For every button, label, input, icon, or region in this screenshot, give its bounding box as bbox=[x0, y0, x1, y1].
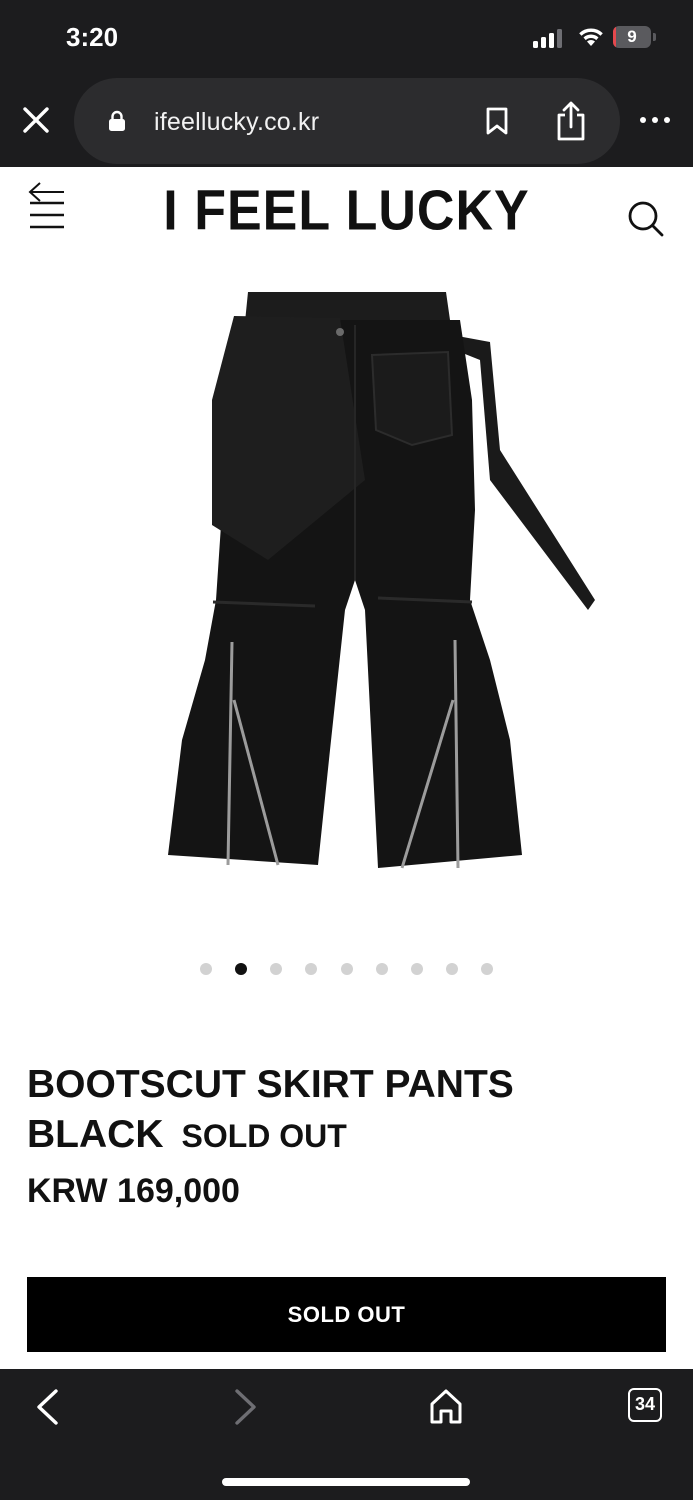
url-field[interactable]: ifeellucky.co.kr bbox=[74, 78, 620, 164]
site-logo[interactable]: I FEEL LUCKY bbox=[0, 179, 693, 244]
product-title: BOOTSCUT SKIRT PANTS BLACK SOLD OUT bbox=[27, 1060, 667, 1161]
carousel-dot[interactable] bbox=[305, 963, 318, 975]
carousel-dots bbox=[0, 962, 693, 982]
browser-address-bar: ifeellucky.co.kr bbox=[0, 76, 693, 167]
back-icon[interactable] bbox=[30, 1387, 64, 1427]
status-bar: 3:20 9 bbox=[0, 0, 693, 76]
url-text: ifeellucky.co.kr bbox=[154, 108, 320, 136]
sold-out-button[interactable]: SOLD OUT bbox=[27, 1277, 666, 1352]
carousel-dot[interactable] bbox=[481, 963, 494, 975]
wifi-icon bbox=[579, 28, 603, 46]
bookmark-icon[interactable] bbox=[484, 106, 510, 136]
home-indicator bbox=[222, 1478, 470, 1486]
carousel-dot[interactable] bbox=[410, 963, 423, 975]
carousel-dot[interactable] bbox=[234, 963, 247, 975]
tabs-icon[interactable]: 34 bbox=[628, 1388, 662, 1422]
signal-icon bbox=[533, 29, 562, 48]
product-price: KRW 169,000 bbox=[27, 1172, 240, 1210]
carousel-dot[interactable] bbox=[375, 963, 388, 975]
battery-level: 9 bbox=[627, 27, 637, 46]
carousel-dot[interactable] bbox=[199, 963, 212, 975]
battery-icon: 9 bbox=[613, 26, 657, 50]
lock-icon bbox=[109, 110, 125, 131]
carousel-dot[interactable] bbox=[270, 963, 283, 975]
status-time: 3:20 bbox=[66, 22, 119, 52]
share-icon[interactable] bbox=[554, 100, 588, 142]
search-icon[interactable] bbox=[627, 200, 665, 238]
home-icon[interactable] bbox=[428, 1387, 464, 1425]
sold-out-tag: SOLD OUT bbox=[181, 1118, 347, 1154]
more-icon[interactable] bbox=[638, 112, 672, 128]
site-header: I FEEL LUCKY bbox=[0, 167, 693, 257]
carousel-dot[interactable] bbox=[446, 963, 459, 975]
forward-icon[interactable] bbox=[228, 1387, 262, 1427]
product-image[interactable] bbox=[150, 280, 610, 880]
close-icon[interactable] bbox=[20, 104, 52, 136]
carousel-dot[interactable] bbox=[340, 963, 353, 975]
